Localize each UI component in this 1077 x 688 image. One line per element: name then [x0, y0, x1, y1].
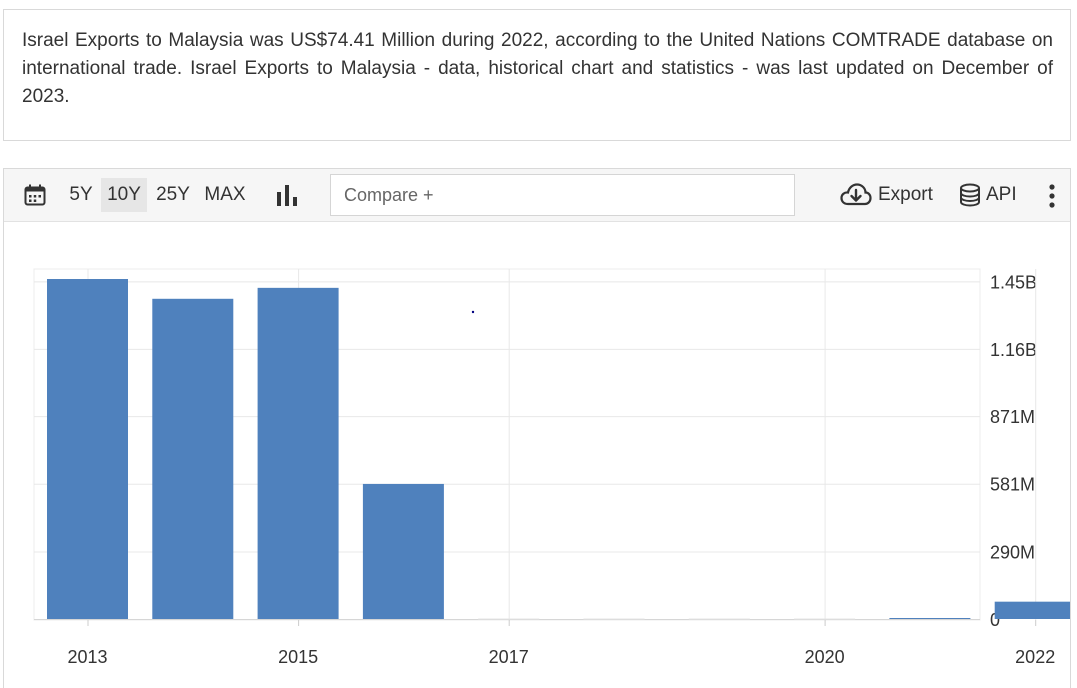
- x-tick-label: 2017: [489, 647, 529, 667]
- bar-2014: [152, 298, 234, 619]
- bar-2021: [889, 618, 971, 619]
- hover-marker: [471, 310, 475, 314]
- y-tick-label: 871M: [990, 407, 1035, 427]
- x-tick-label: 2020: [805, 647, 845, 667]
- y-tick-label: 1.16B: [990, 340, 1037, 360]
- chart-panel: 5Y 10Y 25Y MAX Export API: [3, 168, 1071, 688]
- y-tick-label: 581M: [990, 475, 1035, 495]
- x-tick-label: 2013: [67, 647, 107, 667]
- x-tick-label: 2022: [1015, 647, 1055, 667]
- description-text: Israel Exports to Malaysia was US$74.41 …: [22, 30, 1053, 107]
- bar-2015: [257, 287, 339, 619]
- bar-chart: 0290M581M871M1.16B1.45B2013 2015 2017 2020 2…: [33, 268, 1070, 667]
- bar-2016: [362, 483, 444, 619]
- x-tick-label: 2015: [278, 647, 318, 667]
- bar-2013: [47, 279, 128, 619]
- description-box: Israel Exports to Malaysia was US$74.41 …: [3, 9, 1071, 141]
- bar-2022: [994, 601, 1070, 619]
- y-tick-label: 290M: [990, 542, 1035, 562]
- y-tick-label: 1.45B: [990, 272, 1037, 292]
